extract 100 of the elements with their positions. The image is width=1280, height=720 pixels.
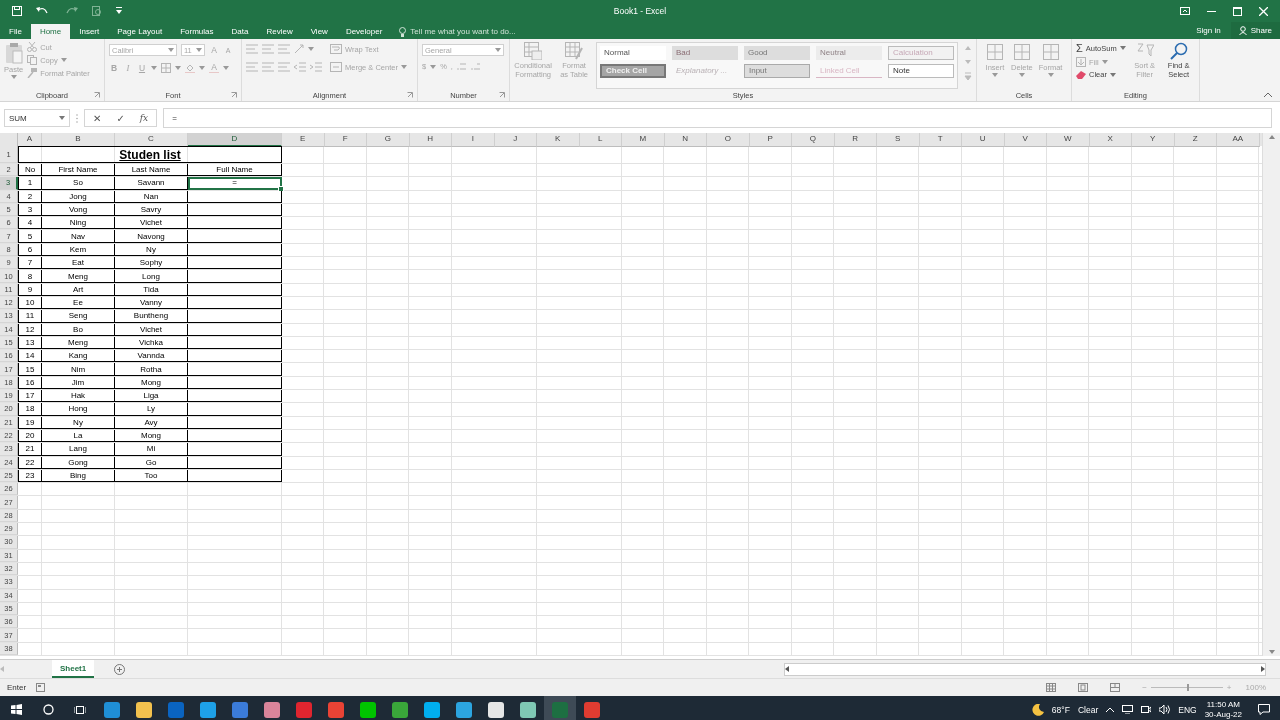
zoom-slider-thumb[interactable] [1186,684,1189,691]
ribbon-tab[interactable]: Review [257,24,302,39]
column-header[interactable]: X [1089,133,1132,147]
notification-icon[interactable] [1258,704,1270,715]
cancel-button[interactable]: ✕ [93,112,102,124]
table-cell[interactable] [188,296,282,310]
column-header[interactable]: N [664,133,707,147]
insert-function-button[interactable]: fx [139,113,149,123]
ribbon-tab[interactable]: Developer [336,24,392,39]
caret-icon [1018,73,1025,77]
ribbon-tab[interactable]: Page Layout [108,24,172,39]
column-header[interactable]: M [622,133,665,147]
ribbon-tab[interactable]: View [301,24,337,39]
close-icon[interactable] [1259,6,1268,16]
table-cell[interactable] [188,310,282,323]
table-cell[interactable] [188,443,282,456]
table-cell[interactable] [188,403,282,416]
column-header[interactable]: F [324,133,367,147]
column-header[interactable]: AA [1217,133,1260,147]
column-header[interactable]: E [282,133,325,147]
tell-me-field[interactable]: Tell me what you want to do... [391,24,516,39]
column-header[interactable]: Q [792,133,835,147]
table-cell[interactable] [188,270,282,283]
table-cell[interactable] [188,390,282,403]
table-cell: Ee [42,296,115,310]
column-header[interactable]: P [749,133,792,147]
scroll-left-icon[interactable] [785,666,789,672]
table-cell[interactable] [188,257,282,270]
table-cell[interactable] [188,469,282,483]
table-cell[interactable] [188,416,282,429]
scroll-up-icon[interactable] [1268,135,1275,139]
formula-field[interactable]: = [163,108,1272,128]
table-cell[interactable] [188,376,282,390]
column-header[interactable]: G [367,133,410,147]
column-header[interactable]: J [494,133,537,147]
vertical-scrollbar[interactable] [1262,133,1280,656]
table-cell[interactable] [188,336,282,350]
ribbon-tab[interactable]: Data [222,24,258,39]
table-cell[interactable] [188,363,282,376]
ribbon-tab[interactable]: Formulas [171,24,223,39]
column-header[interactable]: Z [1174,133,1217,147]
horizontal-scrollbar[interactable] [784,662,1266,676]
ribbon-tab[interactable]: File [0,24,31,39]
table-cell[interactable] [188,350,282,363]
network-icon[interactable] [1122,705,1134,714]
weather-condition[interactable]: Clear [1077,704,1099,715]
ribbon-tab[interactable]: Home [30,24,71,39]
column-header[interactable]: T [919,133,962,147]
sheet-tab[interactable]: Sheet1 [52,660,95,678]
table-cell[interactable] [188,323,282,336]
table-cell[interactable] [188,283,282,296]
weather-temperature[interactable]: 68°F [1051,704,1070,715]
table-cell[interactable] [188,456,282,469]
macro-record-icon[interactable] [36,683,46,692]
column-header[interactable]: D [188,133,282,147]
table-cell[interactable] [188,203,282,217]
table-cell[interactable] [188,429,282,443]
enter-button[interactable]: ✓ [116,112,125,124]
camera-icon[interactable] [1141,705,1152,714]
normal-view-icon[interactable] [1046,683,1057,692]
page-break-icon[interactable] [1110,683,1121,692]
name-box[interactable]: SUM [4,109,70,127]
volume-icon[interactable] [1159,705,1171,714]
scroll-right-icon[interactable] [1261,666,1265,672]
table-cell[interactable] [188,230,282,243]
column-header[interactable]: K [537,133,580,147]
undo-icon[interactable] [36,6,50,16]
column-header[interactable]: Y [1132,133,1175,147]
customize-icon[interactable] [116,7,122,15]
column-header[interactable]: I [452,133,495,147]
table-cell: Gong [42,456,115,469]
ribbon-display-icon[interactable] [1180,7,1190,15]
column-header[interactable]: H [409,133,452,147]
table-cell[interactable] [188,217,282,230]
circle-icon [42,704,54,715]
column-header[interactable]: U [962,133,1005,147]
ribbon-tab[interactable]: Insert [70,24,109,39]
share-button[interactable]: Share [1230,22,1280,39]
new-sheet-icon[interactable] [114,663,126,675]
table-cell: Tida [115,283,188,296]
clock-date[interactable]: 30-Aug-22 [1204,709,1242,720]
save-icon[interactable] [12,6,22,16]
column-header[interactable]: S [877,133,920,147]
column-header[interactable]: W [1047,133,1090,147]
column-header[interactable]: L [579,133,622,147]
table-cell[interactable] [188,243,282,257]
language-indicator[interactable]: ENG [1178,704,1197,715]
table-cell[interactable] [188,190,282,203]
column-header[interactable]: R [834,133,877,147]
clock-time[interactable]: 11:50 AM [1206,699,1240,710]
caret-icon [1101,60,1108,64]
sign-in-link[interactable]: Sign in [1186,26,1231,35]
column-header[interactable]: O [707,133,750,147]
chevron-up-icon[interactable] [1106,707,1115,712]
active-cell[interactable]: = [188,177,282,190]
page-layout-icon[interactable] [1078,683,1089,692]
maximize-icon[interactable] [1233,6,1242,16]
caret-icon [59,116,65,120]
column-header[interactable]: V [1004,133,1047,147]
scroll-down-icon[interactable] [1268,650,1275,654]
